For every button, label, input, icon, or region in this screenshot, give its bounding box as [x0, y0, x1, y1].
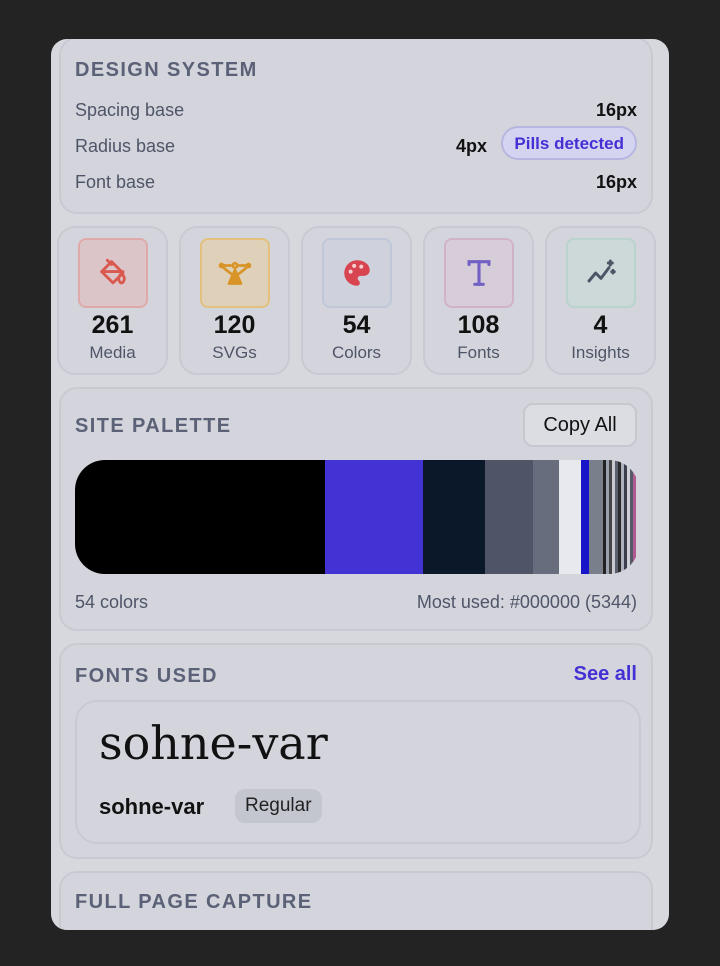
- spacing-base-row: Spacing base 16px: [75, 97, 637, 125]
- design-system-title: DESIGN SYSTEM: [75, 59, 258, 81]
- insights-count: 4: [593, 311, 608, 339]
- vector-pen-icon: [200, 238, 270, 308]
- design-system-card: DESIGN SYSTEM Spacing base 16px Radius b…: [59, 39, 653, 214]
- font-base-row: Font base 16px: [75, 169, 637, 197]
- type-icon: [444, 238, 514, 308]
- stat-colors[interactable]: 54 Colors: [301, 226, 412, 375]
- fonts-used-title: FONTS USED: [75, 665, 218, 687]
- palette-swatch[interactable]: [581, 460, 589, 574]
- font-preview: sohne-var: [99, 716, 328, 770]
- radius-base-row: Radius base 4px Pills detected: [75, 126, 637, 161]
- media-label: Media: [89, 343, 136, 362]
- font-item[interactable]: sohne-var sohne-var Regular: [75, 700, 641, 844]
- font-weight-tag: Regular: [235, 789, 322, 823]
- copy-all-button[interactable]: Copy All: [523, 403, 637, 447]
- palette-swatch[interactable]: [589, 460, 603, 574]
- spacing-base-label: Spacing base: [75, 100, 185, 120]
- svgs-count: 120: [213, 311, 256, 339]
- full-page-capture-card: FULL PAGE CAPTURE: [59, 871, 653, 930]
- colors-count: 54: [342, 311, 371, 339]
- palette-swatch[interactable]: [559, 460, 581, 574]
- palette-strip[interactable]: [75, 460, 639, 574]
- fonts-count: 108: [457, 311, 500, 339]
- pills-detected-badge: Pills detected: [501, 126, 637, 160]
- palette-swatch[interactable]: [485, 460, 533, 574]
- most-used-label: Most used: #000000 (5344): [416, 592, 637, 612]
- svgs-label: SVGs: [212, 343, 257, 362]
- palette-swatch[interactable]: [75, 460, 325, 574]
- stat-insights[interactable]: 4 Insights: [545, 226, 656, 375]
- stat-media[interactable]: 261 Media: [57, 226, 168, 375]
- fonts-used-card: FONTS USED See all sohne-var sohne-var R…: [59, 643, 653, 859]
- sparkle-trend-icon: [566, 238, 636, 308]
- palette-swatch[interactable]: [533, 460, 559, 574]
- site-palette-title: SITE PALETTE: [75, 415, 232, 437]
- full-page-capture-title: FULL PAGE CAPTURE: [75, 891, 313, 913]
- stat-fonts[interactable]: 108 Fonts: [423, 226, 534, 375]
- fonts-label: Fonts: [457, 343, 500, 362]
- palette-icon: [322, 238, 392, 308]
- colors-label: Colors: [331, 343, 382, 362]
- font-base-label: Font base: [75, 172, 156, 192]
- insights-label: Insights: [571, 343, 630, 362]
- color-count-label: 54 colors: [75, 592, 149, 612]
- palette-swatch[interactable]: [423, 460, 485, 574]
- palette-swatch[interactable]: [325, 460, 423, 574]
- paint-bucket-icon: [78, 238, 148, 308]
- spacing-base-value: 16px: [595, 100, 637, 120]
- extension-panel: DESIGN SYSTEM Spacing base 16px Radius b…: [51, 39, 669, 930]
- see-all-link[interactable]: See all: [574, 663, 637, 686]
- font-base-value: 16px: [595, 172, 637, 192]
- radius-base-label: Radius base: [75, 136, 176, 156]
- font-name: sohne-var: [99, 794, 205, 819]
- palette-swatch[interactable]: [633, 460, 636, 574]
- stat-svgs[interactable]: 120 SVGs: [179, 226, 290, 375]
- site-palette-card: SITE PALETTE Copy All 54 colors Most use…: [59, 387, 653, 631]
- media-count: 261: [91, 311, 134, 339]
- radius-base-value: 4px: [455, 136, 487, 156]
